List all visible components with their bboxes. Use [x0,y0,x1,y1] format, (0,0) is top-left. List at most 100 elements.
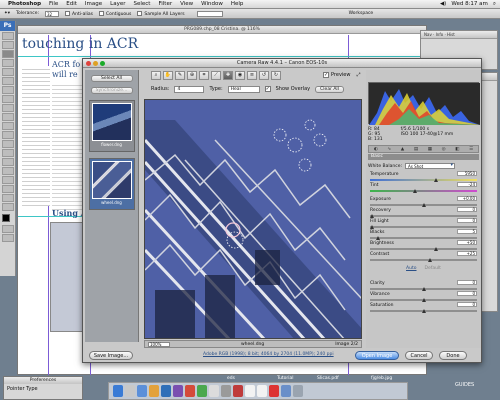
tab-tone-curve-icon[interactable]: ∿ [387,147,391,152]
slider-knob[interactable] [427,258,432,262]
dock-image-icon[interactable] [281,385,291,397]
rotate-ccw-icon[interactable]: ↺ [259,71,269,80]
slider-value-field[interactable]: -24 [457,182,477,187]
slider-knob[interactable] [421,298,426,302]
save-image-button[interactable]: Save Image... [89,351,133,360]
brush-tool-icon[interactable] [2,77,14,85]
clear-all-button[interactable]: Clear All [315,85,344,93]
preferences-icon[interactable]: ≡ [247,71,257,80]
type-tool-icon[interactable] [2,149,14,157]
menu-layer[interactable]: Layer [110,1,125,7]
workflow-options-link[interactable]: Adobe RGB (1998); 8 bit; 4064 by 2704 (1… [203,352,334,357]
slider-knob[interactable] [370,225,374,229]
crop-tool-icon[interactable]: ⌗ [199,71,209,80]
white-balance-select[interactable]: As Shot [404,163,455,169]
shape-tool-icon[interactable] [2,167,14,175]
slider-value-field[interactable]: +0.00 [457,196,477,201]
dock-app-icon[interactable] [185,385,195,397]
rotate-cw-icon[interactable]: ↻ [271,71,281,80]
contiguous-checkbox[interactable] [98,10,104,16]
desktop-folder-label[interactable]: GUIDES [455,382,474,388]
dock-app-icon[interactable] [149,385,159,397]
tolerance-field[interactable]: 32 [45,10,60,17]
straighten-tool-icon[interactable]: ⟋ [211,71,221,80]
marquee-tool-icon[interactable] [2,32,14,40]
slider-track[interactable] [370,237,477,239]
photoshop-logo[interactable]: Ps [0,21,15,31]
slider-value-field[interactable]: +50 [457,240,477,245]
photoshop-dock-icon[interactable] [161,385,171,397]
select-all-button[interactable]: Select All [90,75,133,82]
dock-app-icon[interactable] [137,385,147,397]
contiguous-option[interactable]: Contiguous [98,10,131,17]
notes-tool-icon[interactable] [2,176,14,184]
hand-tool-icon[interactable] [2,194,14,202]
path-selection-tool-icon[interactable] [2,158,14,166]
tab-detail-icon[interactable]: ▲ [401,147,404,152]
screen-mode-icon[interactable] [2,234,14,242]
minimize-icon[interactable] [93,61,98,66]
palette-tabs[interactable]: Nav · Info · Hist [421,31,497,39]
menu-window[interactable]: Window [201,1,223,7]
retouch-tool-icon[interactable]: ✚ [223,71,233,80]
slider-knob[interactable] [433,178,438,182]
slider-value-field[interactable]: 0 [457,302,477,307]
menu-help[interactable]: Help [231,1,244,7]
slider-track[interactable] [370,190,477,192]
preview-checkbox[interactable]: ✓ [323,72,329,78]
foreground-color-swatch[interactable] [2,214,10,222]
show-overlay-checkbox[interactable]: ✓ [264,86,271,92]
slider-knob[interactable] [421,309,426,313]
done-button[interactable]: Done [439,351,467,360]
dock-pdf-icon[interactable] [269,385,279,397]
tab-basic-icon[interactable]: ◐ [374,147,378,152]
fullscreen-icon[interactable]: ⤢ [356,72,360,78]
gradient-tool-icon[interactable] [2,113,14,121]
preview-option[interactable]: ✓ Preview ⤢ [323,72,360,78]
preferences-window[interactable]: Preferences Pointer Type [3,376,83,400]
menu-file[interactable]: File [49,1,58,7]
slider-track[interactable] [370,215,477,217]
tool-preset-icon[interactable]: ✦▾ [4,11,10,16]
lasso-tool-icon[interactable] [2,41,14,49]
history-brush-tool-icon[interactable] [2,95,14,103]
close-icon[interactable] [86,61,91,66]
clone-stamp-tool-icon[interactable] [2,86,14,94]
crop-tool-icon[interactable] [2,59,14,67]
white-balance-tool-icon[interactable]: ✎ [175,71,185,80]
radius-field[interactable]: 4 [174,85,205,93]
slider-knob[interactable] [421,203,426,207]
menu-edit[interactable]: Edit [66,1,77,7]
cancel-button[interactable]: Cancel [405,351,433,360]
dock-app-icon[interactable] [125,385,135,397]
menu-app[interactable]: Photoshop [8,1,41,7]
slider-track[interactable] [370,259,477,261]
filmstrip-thumbnail-selected[interactable]: wheel.dng [88,158,135,210]
anti-alias-option[interactable]: Anti-alias [65,10,93,17]
zoom-tool-icon[interactable]: ⌕ [151,71,161,80]
dock-app-icon[interactable] [197,385,207,397]
slider-knob[interactable] [433,247,438,251]
healing-brush-tool-icon[interactable] [2,68,14,76]
menu-view[interactable]: View [180,1,193,7]
slider-knob[interactable] [376,236,381,240]
red-eye-tool-icon[interactable]: ◉ [235,71,245,80]
dock-app-icon[interactable] [209,385,219,397]
dock-app-icon[interactable] [233,385,243,397]
sample-all-option[interactable]: Sample All Layers [137,10,185,17]
slider-value-field[interactable]: 0 [457,207,477,212]
finder-icon[interactable] [113,385,123,397]
slider-track[interactable] [370,179,477,181]
synchronize-button[interactable]: Synchronize... [90,87,133,94]
slider-value-field[interactable]: 0 [457,291,477,296]
tab-presets-icon[interactable]: ☰ [469,147,473,152]
anti-alias-checkbox[interactable] [65,10,71,16]
eraser-tool-icon[interactable] [2,104,14,112]
zoom-tool-icon[interactable] [2,203,14,211]
refine-edge-button[interactable] [196,10,223,17]
tab-hsl-icon[interactable]: ▤ [414,147,418,152]
slider-contrast[interactable]: Contrast +25 [370,251,477,263]
quick-mask-icon[interactable] [2,225,14,233]
dock-app-icon[interactable] [173,385,183,397]
slider-tint[interactable]: Tint -24 [370,182,477,194]
